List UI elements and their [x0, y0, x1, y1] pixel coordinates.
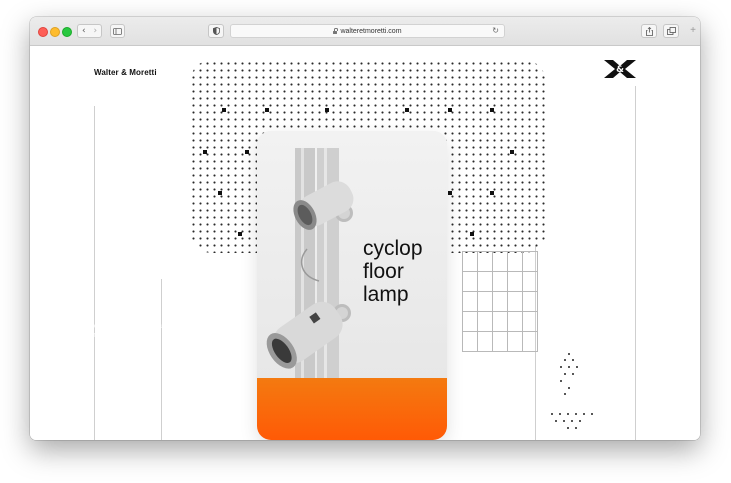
lock-icon [333, 28, 338, 34]
share-icon [645, 26, 653, 36]
sidebar-icon [113, 27, 122, 35]
product-title-line: floor [363, 260, 404, 283]
page-content: Walter & Moretti & cyclop floor lamp Our… [30, 46, 700, 440]
browser-toolbar: ‹ › walteretmoretti.com ↻ + [30, 17, 700, 46]
dot-cluster [551, 413, 593, 429]
back-forward-buttons: ‹ › [77, 24, 102, 38]
decorative-line [94, 106, 95, 440]
close-window-button[interactable] [38, 27, 48, 37]
address-bar[interactable]: walteretmoretti.com ↻ [230, 24, 505, 38]
site-logo[interactable]: Walter & Moretti [94, 68, 157, 77]
minimize-window-button[interactable] [50, 27, 60, 37]
address-url: walteretmoretti.com [340, 27, 402, 35]
zoom-window-button[interactable] [62, 27, 72, 37]
tabs-icon [666, 27, 676, 35]
product-title-line: lamp [363, 283, 409, 306]
walter-moretti-monogram-icon[interactable]: & [604, 60, 636, 78]
product-card[interactable]: cyclop floor lamp [257, 131, 447, 440]
tab-overview-button[interactable] [663, 24, 679, 38]
decorative-line [635, 86, 636, 440]
share-button[interactable] [641, 24, 657, 38]
decorative-line [161, 279, 162, 440]
announcement-banner [257, 378, 447, 440]
shield-icon [212, 27, 220, 35]
svg-text:&: & [616, 65, 624, 75]
dot-cluster [560, 353, 578, 395]
back-arrow-icon[interactable]: ‹ [82, 26, 86, 36]
product-title: cyclop floor lamp [363, 237, 445, 306]
new-tab-icon[interactable]: + [690, 25, 696, 36]
sidebar-button[interactable] [110, 24, 125, 38]
forward-arrow-icon[interactable]: › [93, 26, 97, 36]
privacy-report-button[interactable] [208, 24, 224, 38]
product-title-line: cyclop [363, 237, 423, 260]
reload-icon[interactable]: ↻ [492, 26, 499, 35]
browser-window: ‹ › walteretmoretti.com ↻ + Walter & Mor… [30, 17, 700, 440]
decorative-grid [462, 251, 538, 352]
announcement-text: Our new Cyclop floor lamp will be availa… [52, 323, 201, 339]
